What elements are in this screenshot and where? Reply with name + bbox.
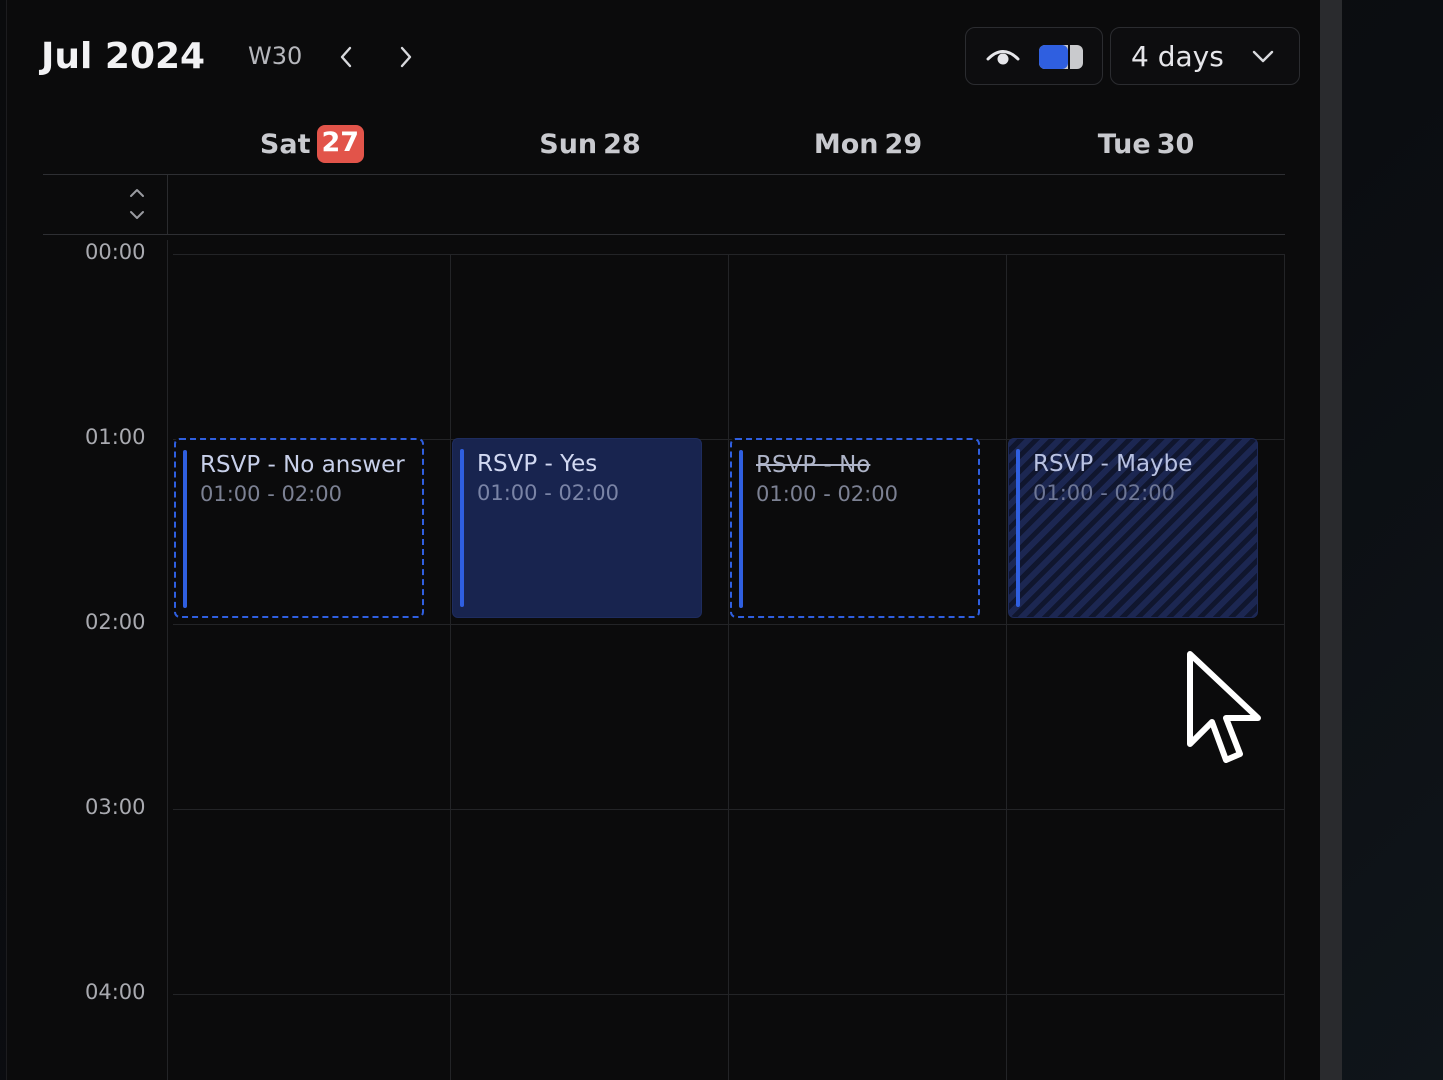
eye-icon[interactable] <box>986 44 1020 70</box>
day-column-divider <box>728 254 729 1080</box>
previous-week-button[interactable] <box>331 40 361 74</box>
view-options-group <box>965 27 1103 85</box>
event-rsvp-yes[interactable]: RSVP - Yes 01:00 - 02:00 <box>452 438 702 618</box>
header-divider <box>43 174 1285 175</box>
sidebar-toggle-icon[interactable] <box>1038 44 1084 70</box>
event-title: RSVP - Yes <box>477 451 598 477</box>
event-time: 01:00 - 02:00 <box>477 481 619 505</box>
event-accent-bar <box>1016 449 1020 607</box>
time-label: 02:00 <box>85 610 146 634</box>
day-weekday: Sat <box>259 128 311 160</box>
hour-gridline <box>173 254 1285 255</box>
day-date: 28 <box>603 128 641 160</box>
week-number: W30 <box>248 42 303 70</box>
day-column-divider <box>1284 254 1285 1080</box>
event-title: RSVP - No <box>756 452 871 478</box>
time-label: 00:00 <box>85 240 146 264</box>
event-time: 01:00 - 02:00 <box>200 482 342 506</box>
chevron-right-icon <box>400 46 412 68</box>
month-title: Jul 2024 <box>41 36 206 77</box>
day-header-tue[interactable]: Tue 30 <box>1007 124 1285 164</box>
day-header-sat[interactable]: Sat 27 <box>173 124 451 164</box>
mouse-pointer-icon <box>1187 651 1261 763</box>
day-column-divider <box>1006 254 1007 1080</box>
event-rsvp-no-answer[interactable]: RSVP - No answer 01:00 - 02:00 <box>174 438 424 618</box>
event-accent-bar <box>460 449 464 607</box>
time-label: 03:00 <box>85 795 146 819</box>
hour-gridline <box>173 624 1285 625</box>
event-rsvp-no[interactable]: RSVP - No 01:00 - 02:00 <box>730 438 980 618</box>
event-rsvp-maybe[interactable]: RSVP - Maybe 01:00 - 02:00 <box>1008 438 1258 618</box>
next-week-button[interactable] <box>391 40 421 74</box>
event-title: RSVP - No answer <box>200 452 405 478</box>
event-title: RSVP - Maybe <box>1033 451 1193 477</box>
day-header-mon[interactable]: Mon 29 <box>729 124 1007 164</box>
event-time: 01:00 - 02:00 <box>756 482 898 506</box>
expand-collapse-icon[interactable] <box>125 186 149 222</box>
view-range-select[interactable]: 4 days <box>1110 27 1300 85</box>
view-range-value: 4 days <box>1131 40 1224 73</box>
hour-gridline <box>173 809 1285 810</box>
day-header-sun[interactable]: Sun 28 <box>451 124 729 164</box>
time-label: 04:00 <box>85 980 146 1004</box>
day-weekday: Tue <box>1097 128 1151 160</box>
event-accent-bar <box>183 450 187 608</box>
day-date: 29 <box>884 128 923 160</box>
day-column-divider <box>450 254 451 1080</box>
today-date-badge: 27 <box>316 125 365 163</box>
time-label: 01:00 <box>85 425 146 449</box>
hour-gridline <box>173 994 1285 995</box>
day-weekday: Mon <box>813 128 879 160</box>
all-day-divider <box>43 234 1285 235</box>
calendar-window: Jul 2024 W30 4 days Sat 27 Sun 28 Mon 29… <box>6 0 1321 1080</box>
event-accent-bar <box>739 450 743 608</box>
window-edge <box>1320 0 1342 1080</box>
chevron-left-icon <box>340 46 352 68</box>
day-date: 30 <box>1156 128 1195 160</box>
all-day-gutter-divider <box>167 175 168 234</box>
event-time: 01:00 - 02:00 <box>1033 481 1175 505</box>
day-weekday: Sun <box>539 128 598 160</box>
time-gutter-divider <box>167 240 168 1080</box>
chevron-down-icon <box>1252 50 1274 63</box>
